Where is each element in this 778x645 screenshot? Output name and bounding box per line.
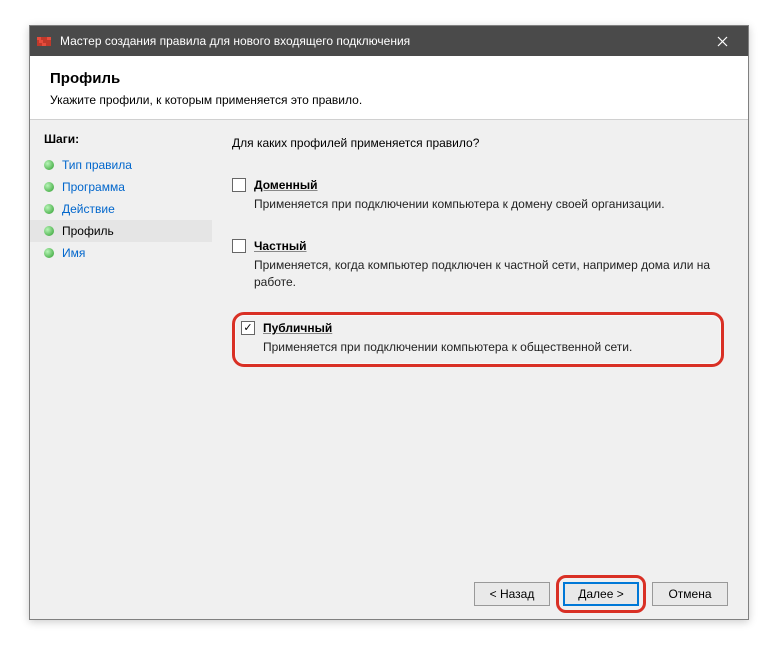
step-program[interactable]: Программа — [30, 176, 212, 198]
step-rule-type[interactable]: Тип правила — [30, 154, 212, 176]
step-profile[interactable]: Профиль — [30, 220, 212, 242]
option-desc-private: Применяется, когда компьютер подключен к… — [254, 257, 724, 291]
checkbox-private[interactable] — [232, 239, 246, 253]
window-title: Мастер создания правила для нового входя… — [60, 34, 702, 48]
bullet-icon — [44, 182, 54, 192]
step-label: Профиль — [62, 224, 114, 238]
step-label: Тип правила — [62, 158, 132, 172]
option-desc-public: Применяется при подключении компьютера к… — [263, 339, 713, 356]
step-name[interactable]: Имя — [30, 242, 212, 264]
back-button[interactable]: < Назад — [474, 582, 550, 606]
close-icon — [717, 36, 728, 47]
firewall-icon — [36, 33, 52, 49]
checkbox-public[interactable] — [241, 321, 255, 335]
steps-sidebar: Шаги: Тип правила Программа Действие Про… — [30, 120, 212, 565]
profile-question: Для каких профилей применяется правило? — [232, 136, 724, 150]
page-description: Укажите профили, к которым применяется э… — [50, 93, 728, 107]
option-label-domain: Доменный — [254, 178, 318, 192]
wizard-window: Мастер создания правила для нового входя… — [29, 25, 749, 620]
option-private: Частный Применяется, когда компьютер под… — [232, 235, 724, 295]
footer: < Назад Далее > Отмена — [30, 565, 748, 623]
bullet-icon — [44, 160, 54, 170]
highlight-public: Публичный Применяется при подключении ко… — [232, 312, 724, 367]
next-button[interactable]: Далее > — [563, 582, 639, 606]
option-desc-domain: Применяется при подключении компьютера к… — [254, 196, 724, 213]
bullet-icon — [44, 248, 54, 258]
body-section: Шаги: Тип правила Программа Действие Про… — [30, 120, 748, 565]
option-label-public: Публичный — [263, 321, 332, 335]
titlebar: Мастер создания правила для нового входя… — [30, 26, 748, 56]
option-domain: Доменный Применяется при подключении ком… — [232, 174, 724, 217]
step-label: Программа — [62, 180, 125, 194]
bullet-icon — [44, 204, 54, 214]
highlight-next: Далее > — [556, 575, 646, 613]
bullet-icon — [44, 226, 54, 236]
step-label: Действие — [62, 202, 115, 216]
checkbox-domain[interactable] — [232, 178, 246, 192]
close-button[interactable] — [702, 26, 742, 56]
steps-header: Шаги: — [30, 128, 212, 154]
step-label: Имя — [62, 246, 85, 260]
step-action[interactable]: Действие — [30, 198, 212, 220]
content-area: Для каких профилей применяется правило? … — [212, 120, 748, 565]
page-title: Профиль — [50, 70, 728, 87]
cancel-button[interactable]: Отмена — [652, 582, 728, 606]
option-label-private: Частный — [254, 239, 307, 253]
header-section: Профиль Укажите профили, к которым приме… — [30, 56, 748, 120]
